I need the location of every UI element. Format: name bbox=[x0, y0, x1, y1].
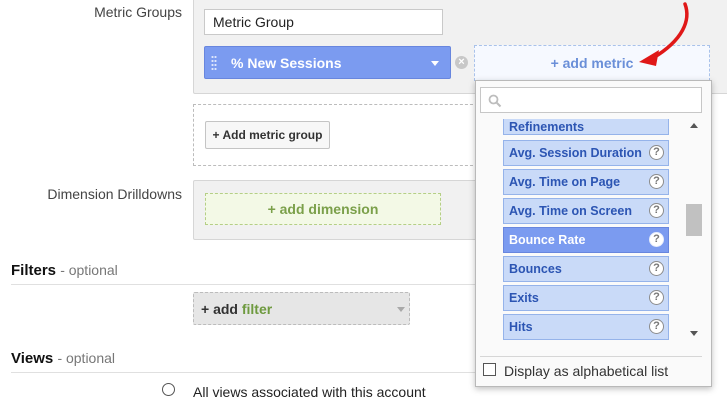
chevron-down-icon bbox=[397, 307, 405, 312]
dimension-drilldowns-label: Dimension Drilldowns bbox=[47, 186, 182, 202]
metric-item-avg-session-duration[interactable]: Avg. Session Duration ? bbox=[503, 140, 669, 166]
selected-metric-chip[interactable]: % New Sessions bbox=[204, 46, 451, 79]
add-filter-dropdown[interactable]: + add filter bbox=[193, 292, 410, 325]
add-metric-group-button[interactable]: + Add metric group bbox=[205, 121, 330, 149]
all-views-radio[interactable] bbox=[162, 383, 175, 396]
add-dimension-button[interactable]: + add dimension bbox=[205, 193, 441, 225]
help-icon[interactable]: ? bbox=[649, 290, 664, 305]
metric-picker-dropdown: Refinements ? Avg. Session Duration ? Av… bbox=[475, 80, 712, 387]
dropdown-divider bbox=[480, 356, 702, 357]
annotation-arrow-icon bbox=[639, 2, 689, 66]
metric-list: Refinements ? Avg. Session Duration ? Av… bbox=[503, 119, 675, 345]
help-icon[interactable]: ? bbox=[649, 203, 664, 218]
metric-item-exits[interactable]: Exits ? bbox=[503, 285, 669, 311]
filters-section-title: Filters - optional bbox=[11, 262, 118, 279]
metric-list-scrollbar[interactable] bbox=[684, 117, 704, 347]
scroll-thumb[interactable] bbox=[686, 204, 702, 236]
views-divider bbox=[11, 372, 476, 373]
drag-handle-icon[interactable] bbox=[211, 55, 217, 71]
scroll-down-icon[interactable] bbox=[690, 331, 698, 336]
scroll-up-icon[interactable] bbox=[690, 123, 698, 128]
add-filter-prefix: + add bbox=[201, 301, 238, 317]
all-views-label: All views associated with this account bbox=[193, 384, 426, 400]
metric-item-hits[interactable]: Hits ? bbox=[503, 314, 669, 340]
views-section-title: Views - optional bbox=[11, 350, 116, 367]
help-icon[interactable]: ? bbox=[649, 232, 664, 247]
help-icon[interactable]: ? bbox=[649, 145, 664, 160]
help-icon[interactable]: ? bbox=[649, 261, 664, 276]
metric-item-avg-time-on-page[interactable]: Avg. Time on Page ? bbox=[503, 169, 669, 195]
metric-item-bounce-rate[interactable]: Bounce Rate ? bbox=[503, 227, 669, 253]
help-icon[interactable]: ? bbox=[649, 174, 664, 189]
metric-search-input[interactable] bbox=[507, 91, 701, 111]
metric-item-refinements[interactable]: Refinements ? bbox=[503, 119, 669, 135]
chevron-down-icon bbox=[431, 61, 439, 66]
alphabetical-list-checkbox[interactable] bbox=[483, 363, 496, 376]
help-icon[interactable]: ? bbox=[649, 319, 664, 334]
filters-divider bbox=[11, 284, 476, 285]
metric-group-name-input[interactable] bbox=[204, 9, 443, 35]
metric-item-avg-time-on-screen[interactable]: Avg. Time on Screen ? bbox=[503, 198, 669, 224]
metric-item-bounces[interactable]: Bounces ? bbox=[503, 256, 669, 282]
search-icon bbox=[488, 94, 502, 108]
selected-metric-label: % New Sessions bbox=[231, 55, 342, 71]
remove-metric-icon[interactable]: × bbox=[455, 56, 468, 69]
alphabetical-list-label: Display as alphabetical list bbox=[504, 363, 669, 379]
metric-search-field[interactable] bbox=[480, 87, 702, 113]
add-filter-word: filter bbox=[241, 301, 273, 317]
metric-groups-label: Metric Groups bbox=[94, 4, 182, 20]
